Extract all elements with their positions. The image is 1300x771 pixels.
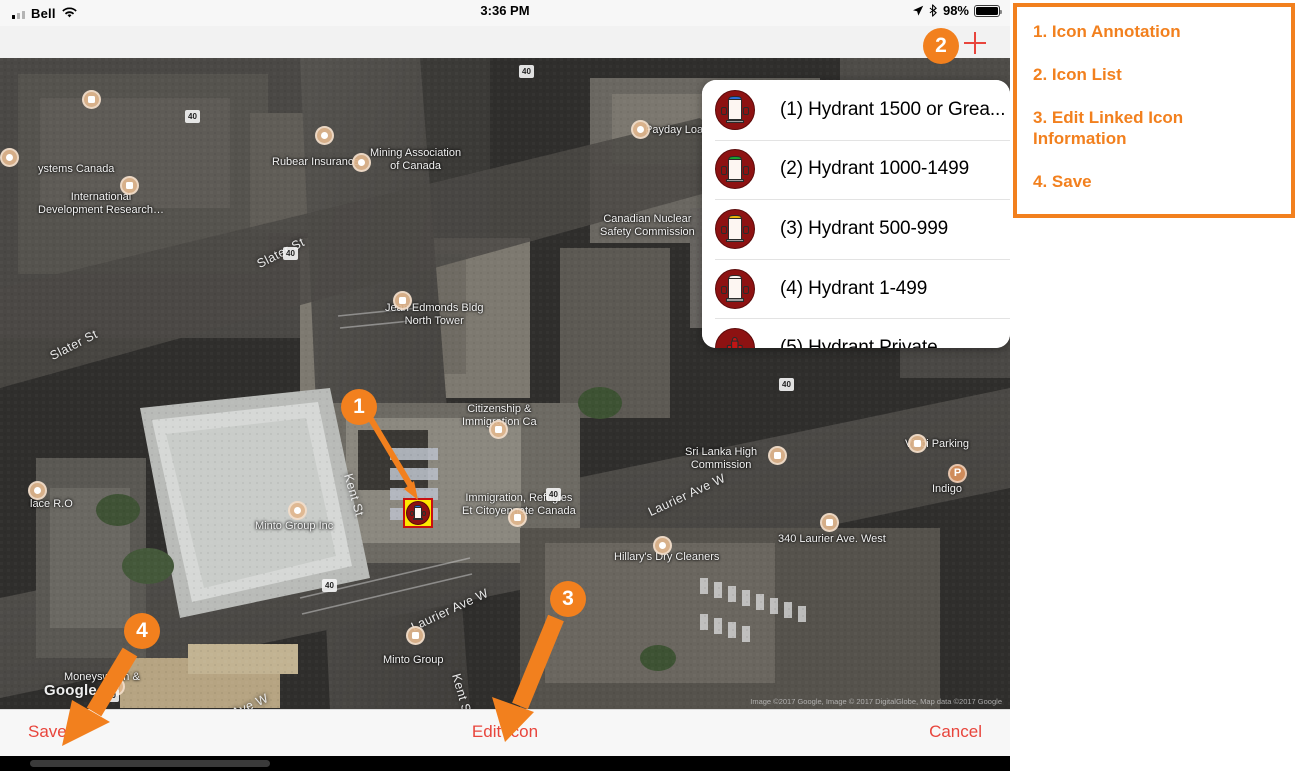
hydrant-icon — [715, 208, 755, 249]
poi-marker[interactable] — [406, 626, 425, 645]
legend-item-1: 1. Icon Annotation — [1033, 22, 1181, 41]
poi-marker[interactable] — [631, 120, 650, 139]
cancel-button[interactable]: Cancel — [929, 722, 982, 742]
battery-full-icon — [974, 4, 1002, 17]
poi-marker[interactable] — [820, 513, 839, 532]
poi-marker[interactable] — [315, 126, 334, 145]
icon-list-item-label: (4) Hydrant 1-499 — [780, 277, 928, 299]
navigation-bar — [0, 26, 1010, 59]
icon-list-item[interactable]: (5) Hydrant Private — [702, 318, 1010, 348]
route-shield: 40 — [546, 488, 561, 501]
route-shield: 40 — [779, 378, 794, 391]
icon-list-item[interactable]: (4) Hydrant 1-499 — [702, 258, 1010, 319]
icon-list-item[interactable]: (2) Hydrant 1000-1499 — [702, 139, 1010, 200]
location-arrow-icon — [912, 5, 924, 17]
status-bar: Bell 3:36 PM 98% — [0, 0, 1010, 26]
poi-marker[interactable] — [768, 446, 787, 465]
legend-item-3: 3. Edit Linked Icon Information — [1033, 108, 1184, 148]
route-shield: 40 — [322, 579, 337, 592]
clock-label: 3:36 PM — [480, 3, 530, 18]
bluetooth-icon — [929, 4, 938, 17]
legend-item-4: 4. Save — [1033, 172, 1092, 191]
screenshot-root: Bell 3:36 PM 98% Slater St Slater St Ken… — [0, 0, 1300, 771]
bottom-toolbar: Save Edit Icon Cancel — [0, 709, 1010, 756]
route-shield: 40 — [519, 65, 534, 78]
parking-poi-marker[interactable]: P — [948, 464, 967, 483]
poi-marker[interactable] — [120, 176, 139, 195]
annotation-badge-4: 4 — [124, 613, 160, 649]
poi-marker[interactable] — [908, 434, 927, 453]
annotation-badge-3: 3 — [550, 581, 586, 617]
annotation-legend: 1. Icon Annotation 2. Icon List 3. Edit Li… — [1013, 3, 1295, 218]
poi-marker[interactable] — [489, 420, 508, 439]
icon-list-item-label: (2) Hydrant 1000-1499 — [780, 158, 970, 180]
poi-marker[interactable] — [508, 508, 527, 527]
icon-list-item-label: (5) Hydrant Private — [780, 337, 938, 348]
poi-marker[interactable] — [352, 153, 371, 172]
home-indicator — [30, 760, 270, 767]
poi-marker[interactable] — [288, 501, 307, 520]
route-shield: 40 — [283, 247, 298, 260]
hydrant-icon — [715, 149, 755, 190]
poi-marker[interactable] — [28, 481, 47, 500]
legend-item-2: 2. Icon List — [1033, 65, 1122, 84]
icon-list-item[interactable]: (3) Hydrant 500-999 — [702, 199, 1010, 259]
icon-list-popover[interactable]: (1) Hydrant 1500 or Grea... (2) Hydrant 1… — [702, 80, 1010, 348]
poi-marker[interactable] — [653, 536, 672, 555]
poi-marker[interactable] — [82, 90, 101, 109]
status-bar-right: 98% — [912, 3, 1002, 18]
google-watermark: Google — [44, 682, 97, 699]
icon-list-item-label: (3) Hydrant 500-999 — [780, 217, 949, 239]
annotation-badge-2: 2 — [923, 28, 959, 64]
edit-icon-button[interactable]: Edit Icon — [0, 722, 1010, 742]
selected-hydrant-pin[interactable] — [403, 498, 433, 528]
battery-percent-label: 98% — [942, 3, 969, 18]
icon-list[interactable]: (1) Hydrant 1500 or Grea... (2) Hydrant 1… — [702, 80, 1010, 348]
route-shield: 40 — [104, 689, 119, 702]
poi-marker[interactable] — [0, 148, 19, 167]
add-icon[interactable] — [962, 30, 988, 56]
ipad-device-frame: Bell 3:36 PM 98% Slater St Slater St Ken… — [0, 0, 1010, 771]
icon-list-item-label: (1) Hydrant 1500 or Grea... — [780, 98, 1006, 120]
hydrant-icon — [715, 268, 755, 309]
route-shield: 40 — [185, 110, 200, 123]
icon-list-item[interactable]: (1) Hydrant 1500 or Grea... — [702, 80, 1010, 140]
poi-marker[interactable] — [393, 291, 412, 310]
hydrant-icon — [715, 89, 755, 130]
hydrant-icon — [715, 328, 755, 348]
annotation-badge-1: 1 — [341, 389, 377, 425]
map-copyright: Image ©2017 Google, Image © 2017 Digital… — [750, 697, 1002, 706]
